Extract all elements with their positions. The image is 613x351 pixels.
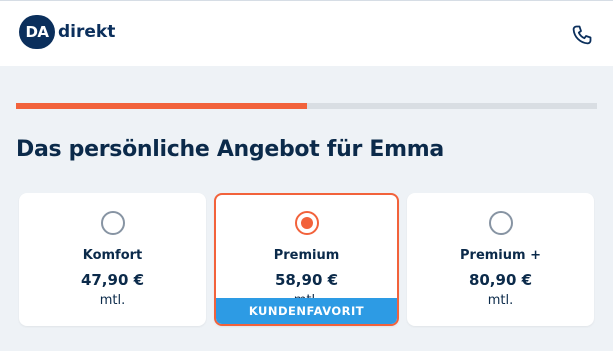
radio-premium[interactable] bbox=[294, 211, 319, 235]
header: DA direkt bbox=[0, 0, 613, 66]
plan-price: 80,90 € bbox=[468, 271, 533, 289]
radio-selected-dot bbox=[300, 217, 313, 229]
progress-fill bbox=[16, 103, 307, 109]
progress-bar bbox=[16, 103, 597, 109]
plan-card-premium[interactable]: Premium 58,90 € mtl. KUNDENFAVORIT bbox=[214, 193, 399, 326]
plan-period: mtl. bbox=[99, 293, 126, 308]
logo-badge: DA bbox=[19, 15, 55, 49]
plan-name: Komfort bbox=[82, 248, 143, 263]
plan-card-premium-plus[interactable]: Premium + 80,90 € mtl. bbox=[407, 193, 594, 326]
plan-price: 47,90 € bbox=[80, 271, 145, 289]
page-title: Das persönliche Angebot für Emma bbox=[16, 137, 444, 162]
phone-icon[interactable] bbox=[570, 23, 594, 47]
plan-period: mtl. bbox=[487, 293, 514, 308]
customer-favorite-badge: KUNDENFAVORIT bbox=[216, 298, 397, 324]
radio-komfort[interactable] bbox=[100, 211, 125, 235]
plan-price: 58,90 € bbox=[274, 271, 339, 289]
logo-text: direkt bbox=[58, 22, 116, 42]
radio-premium-plus[interactable] bbox=[488, 211, 513, 235]
plan-name: Premium + bbox=[460, 248, 541, 263]
plan-card-komfort[interactable]: Komfort 47,90 € mtl. bbox=[19, 193, 206, 326]
plan-name: Premium bbox=[273, 248, 340, 263]
da-direkt-logo[interactable]: DA direkt bbox=[19, 15, 115, 49]
